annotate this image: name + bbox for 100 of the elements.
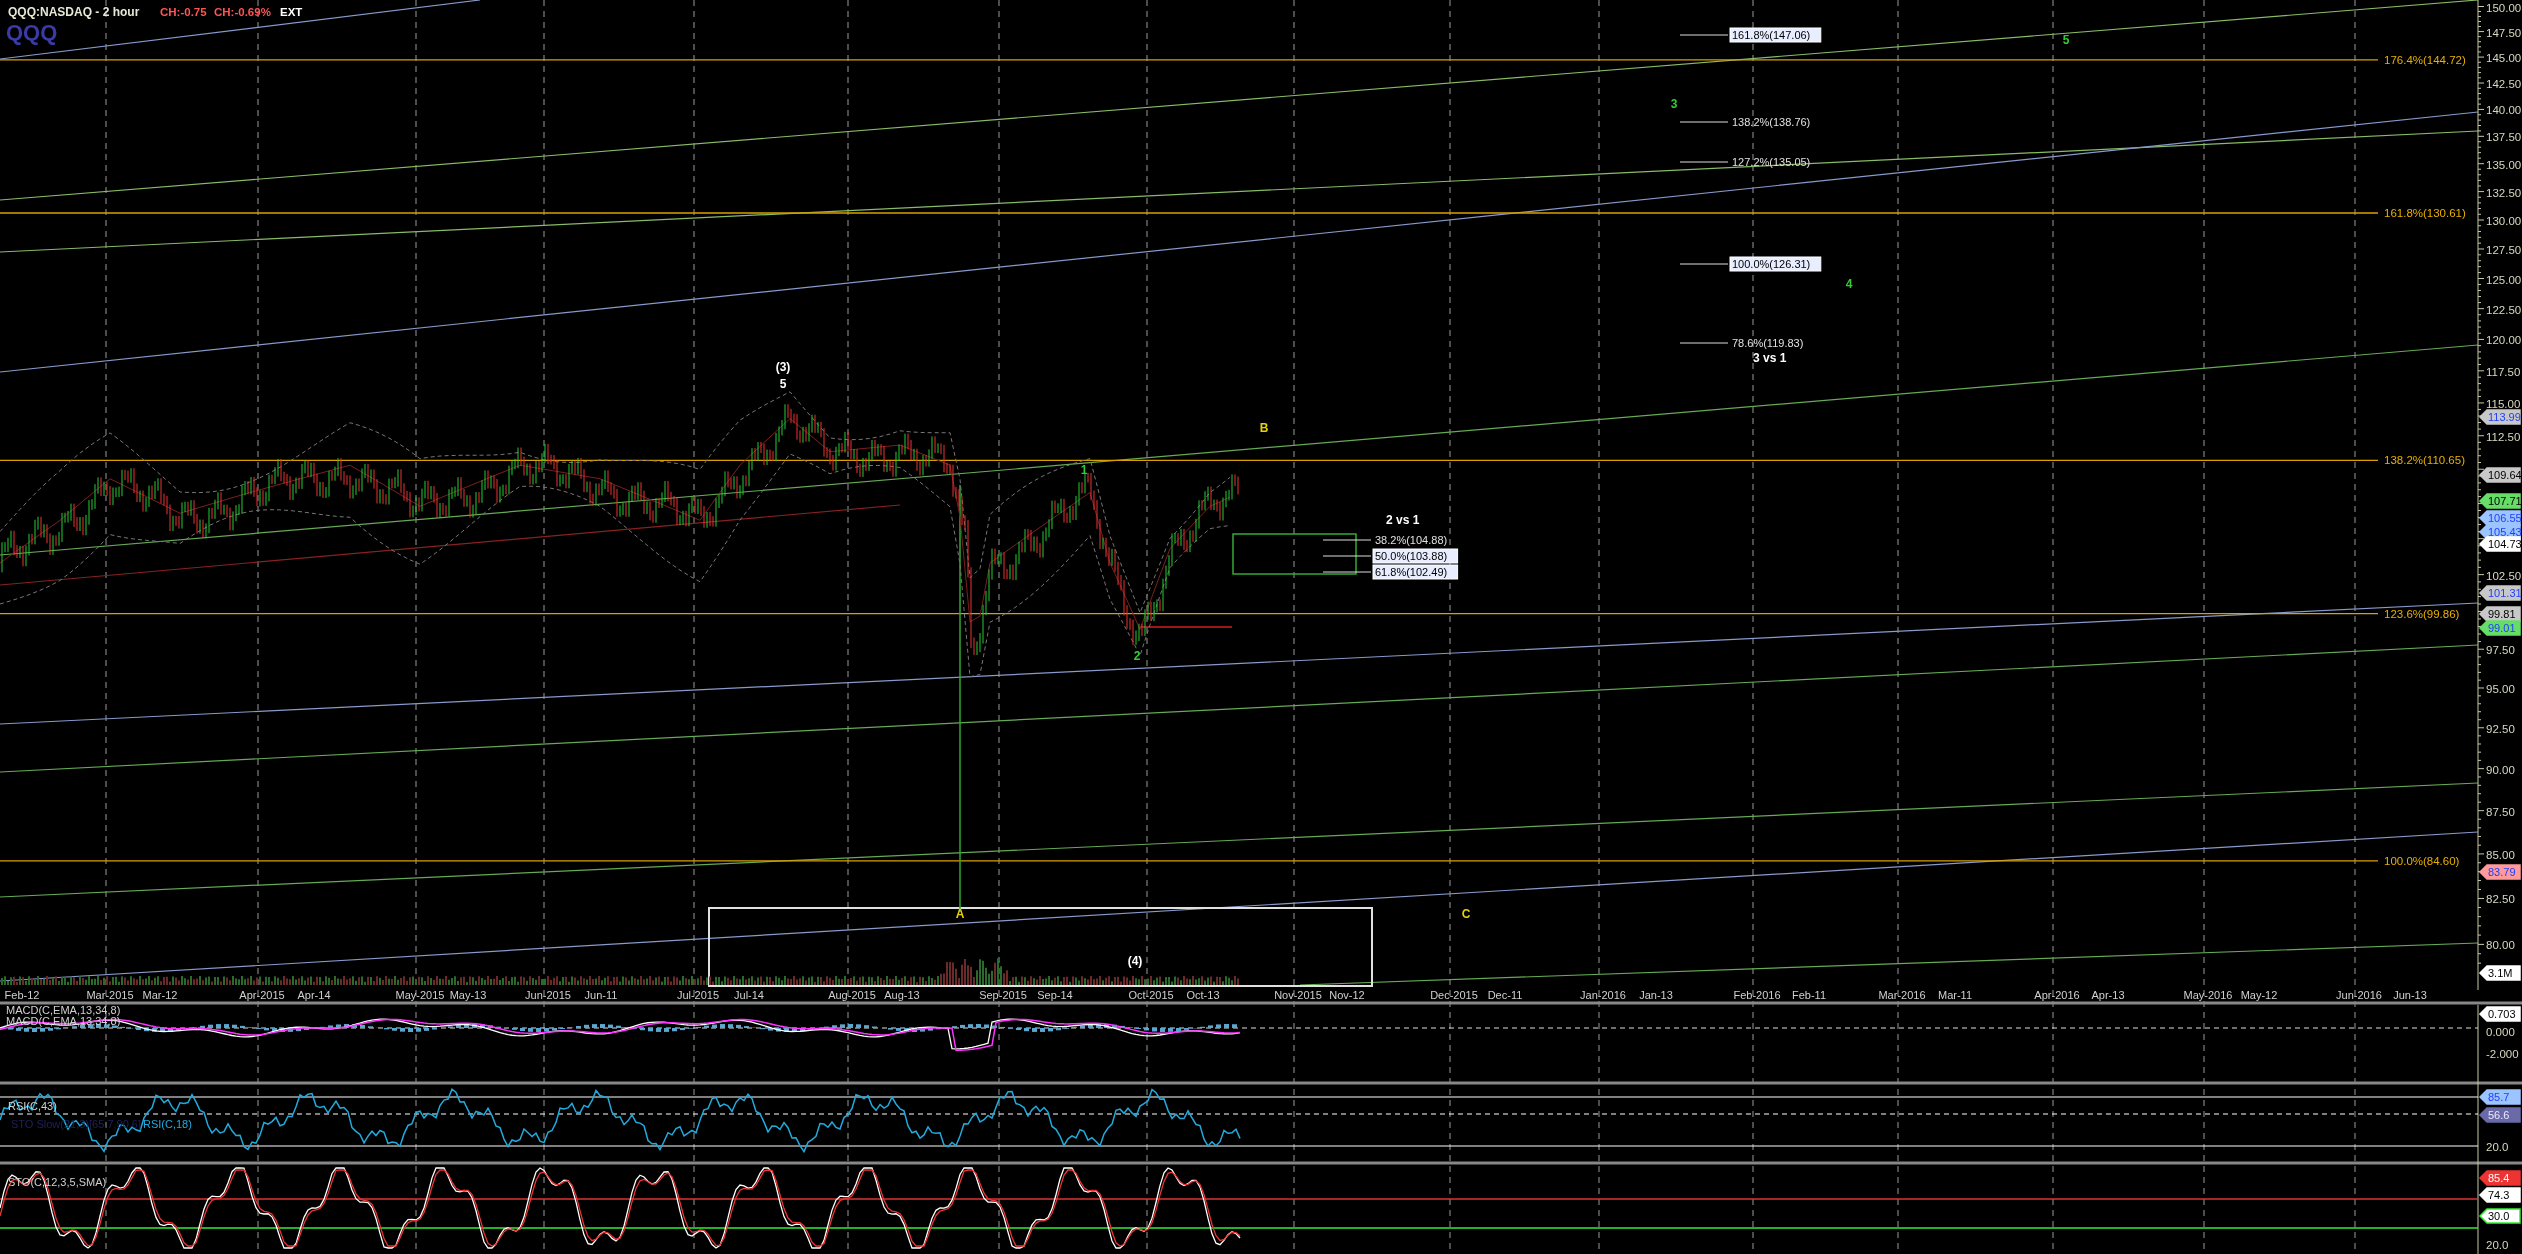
date-label: Apr-2015	[239, 989, 285, 1001]
date-label: Oct-2015	[1128, 989, 1174, 1001]
price-tag: 109.64	[2478, 467, 2522, 483]
price-tag: 104.73	[2478, 536, 2522, 552]
axis-label: 20.0	[2486, 1239, 2509, 1251]
date-label: Dec-11	[1487, 989, 1523, 1001]
axis-label: 132.50	[2486, 186, 2522, 199]
date-label: Nov-2015	[1274, 989, 1322, 1001]
axis-label: 142.50	[2486, 78, 2522, 91]
axis-label: 145.00	[2486, 52, 2522, 65]
date-label: Apr-2016	[2034, 989, 2080, 1001]
indicator-label: RSI(C,18)	[143, 1118, 192, 1130]
date-label: Sep-2015	[979, 989, 1027, 1001]
axis-label: 150.00	[2486, 1, 2522, 14]
axis-label: 85.00	[2486, 848, 2515, 861]
wave-label: 2	[1133, 649, 1141, 663]
price-tag: 85.4	[2478, 1170, 2521, 1186]
wave-label: 3	[1670, 97, 1678, 111]
projection-label: 161.8%(147.06)	[1732, 29, 1811, 41]
change-value: CH:-0.75	[160, 6, 207, 18]
projection-label: 138.2%(138.76)	[1732, 116, 1811, 128]
axis-label: 135.00	[2486, 158, 2522, 171]
fibonacci-label: 100.0%(84.60)	[2384, 854, 2460, 867]
projection-label: 38.2%(104.88)	[1375, 534, 1448, 546]
projection-label: 61.8%(102.49)	[1375, 566, 1448, 578]
wave-label: 5	[779, 377, 787, 391]
change-percent: CH:-0.69%	[214, 6, 271, 18]
axis-label: 127.50	[2486, 244, 2522, 256]
leader-line	[1679, 161, 1729, 163]
date-label: May-13	[449, 989, 487, 1001]
date-label: Feb-2016	[1733, 989, 1781, 1001]
date-label: Apr-14	[297, 989, 331, 1001]
price-tag: 0.703	[2478, 1006, 2521, 1022]
axis-label: 130.00	[2486, 215, 2522, 227]
price-tag: 113.99	[2478, 409, 2521, 425]
projection-label: 78.6%(119.83)	[1732, 337, 1804, 349]
wave-note: 2 vs 1	[1386, 513, 1420, 527]
axis-label: -2.000	[2486, 1048, 2519, 1060]
leader-line	[1679, 263, 1729, 265]
leader-line	[1679, 342, 1729, 344]
date-label: Mar-2016	[1878, 989, 1926, 1001]
axis-label: 122.50	[2486, 303, 2522, 316]
projection-label: 100.0%(126.31)	[1732, 258, 1811, 270]
date-label: Jun-2015	[525, 989, 571, 1001]
date-label: Jun-2016	[2336, 989, 2382, 1001]
wave-label: B	[1259, 421, 1269, 435]
leader-line	[1322, 555, 1372, 557]
price-tag: 99.01	[2478, 620, 2521, 636]
wave-label: C	[1461, 907, 1471, 921]
price-tag: 56.6	[2478, 1107, 2521, 1123]
date-label: Feb-11	[1792, 989, 1826, 1001]
axis-label: 0.000	[2486, 1026, 2515, 1038]
price-tag: 107.71	[2478, 493, 2522, 509]
axis-label: 90.00	[2486, 763, 2515, 776]
axis-label: 117.50	[2486, 365, 2521, 378]
wave-note: 3 vs 1	[1753, 351, 1787, 365]
date-label: Aug-2015	[828, 989, 876, 1001]
date-label: Dec-2015	[1430, 989, 1478, 1001]
price-tag: 85.7	[2478, 1089, 2521, 1105]
date-label: May-2015	[395, 989, 445, 1001]
axis-label: 137.50	[2486, 131, 2522, 144]
leader-line	[1322, 571, 1372, 573]
axis-label: 92.50	[2486, 722, 2515, 735]
date-label: Jul-14	[734, 989, 764, 1001]
date-label: Jun-13	[2393, 989, 2427, 1001]
fibonacci-label: 123.6%(99.86)	[2384, 607, 2460, 620]
date-label: Sep-14	[1037, 989, 1073, 1001]
axis-label: 120.00	[2486, 334, 2522, 347]
date-label: Mar-2015	[86, 989, 134, 1001]
date-label: Feb-12	[4, 989, 40, 1001]
axis-label: 125.00	[2486, 273, 2522, 286]
price-tag: 74.3	[2478, 1187, 2521, 1203]
fibonacci-label: 161.8%(130.61)	[2384, 207, 2466, 219]
projection-label: 50.0%(103.88)	[1375, 550, 1448, 562]
axis-label: 140.00	[2486, 104, 2522, 117]
date-label: Jun-11	[584, 989, 618, 1001]
axis-label: 102.50	[2486, 569, 2522, 582]
date-label: Jan-13	[1639, 989, 1673, 1001]
wave-label: (3)	[775, 360, 791, 374]
session-label: EXT	[280, 6, 303, 18]
indicator-label: MACD(C,EMA,13,34,8)	[6, 1004, 121, 1016]
date-label: May-12	[2240, 989, 2278, 1001]
axis-label: 147.50	[2486, 26, 2522, 39]
wave-label: 5	[2062, 33, 2070, 47]
axis-label: 115.00	[2486, 397, 2521, 410]
price-tag: 3.1M	[2478, 965, 2521, 981]
date-label: Apr-13	[2091, 989, 2125, 1001]
date-label: Aug-13	[884, 989, 920, 1001]
price-tag: 101.31	[2478, 585, 2522, 601]
axis-label: 20.0	[2486, 1141, 2509, 1153]
axis-label: 97.50	[2486, 644, 2515, 657]
date-label: May-2016	[2183, 989, 2233, 1001]
date-label: Nov-12	[1329, 989, 1365, 1001]
axis-label: 80.00	[2486, 939, 2515, 952]
price-tag: 106.55	[2478, 510, 2522, 526]
axis-label: 82.50	[2486, 893, 2515, 906]
axis-label: 87.50	[2486, 805, 2515, 818]
wave-label: 1	[1080, 463, 1088, 477]
date-label: Jan-2016	[1580, 989, 1626, 1001]
wave-label: A	[955, 907, 965, 921]
